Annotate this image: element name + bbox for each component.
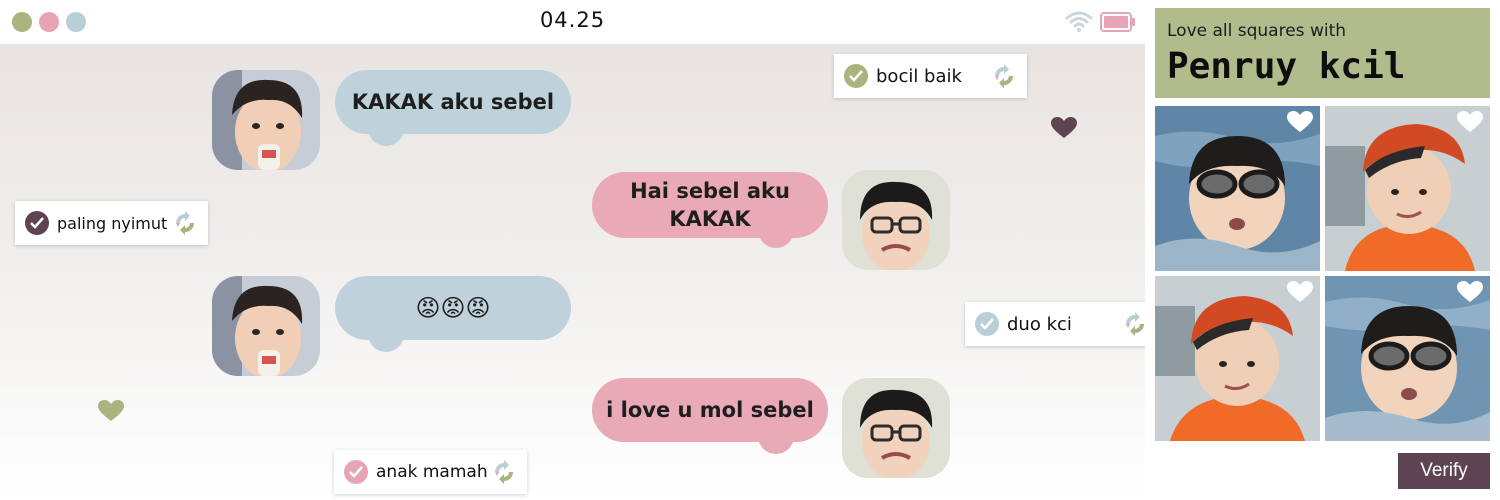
heart-outline-icon[interactable] (1456, 110, 1484, 134)
check-circle-icon (344, 460, 368, 484)
captcha-panel: Love all squares with Penruy kcil (1145, 0, 1500, 500)
bubble-tail (758, 228, 794, 248)
tag-chip[interactable]: duo kci (965, 302, 1158, 346)
recaptcha-icon (495, 460, 513, 484)
wifi-icon (1065, 11, 1093, 32)
battery-icon (1100, 12, 1135, 32)
tag-chip[interactable]: bocil baik (834, 54, 1027, 98)
verify-button[interactable]: Verify (1398, 453, 1490, 489)
captcha-instruction: Love all squares with (1167, 21, 1347, 41)
message-bubble-received[interactable]: KAKAK aku sebel (335, 70, 571, 134)
tag-label: duo kci (1007, 313, 1072, 335)
captcha-target: Penruy kcil (1167, 46, 1406, 87)
check-circle-icon (25, 211, 49, 235)
bubble-tail (758, 434, 794, 454)
heart-outline-icon[interactable] (1286, 110, 1314, 134)
captcha-tile[interactable] (1325, 106, 1490, 271)
check-circle-icon (975, 312, 999, 336)
captcha-tile[interactable] (1155, 276, 1320, 441)
heart-outline-icon[interactable] (1286, 280, 1314, 304)
avatar-sender[interactable] (212, 276, 320, 376)
message-text: KAKAK aku sebel (351, 90, 555, 114)
title-bar: 04.25 (0, 0, 1145, 44)
recaptcha-icon (176, 211, 194, 235)
chat-area: 04.25 KAKAK aku sebel Hai sebel aku KAKA… (0, 0, 1158, 500)
tag-chip[interactable]: paling nyimut (15, 201, 208, 245)
heart-outline-icon[interactable] (1456, 280, 1484, 304)
captcha-header: Love all squares with Penruy kcil (1155, 8, 1490, 98)
avatar-me[interactable] (842, 378, 950, 478)
heart-icon (1051, 117, 1077, 138)
message-emoji: 😡😡😡 (415, 294, 491, 322)
check-circle-icon (844, 64, 868, 88)
message-bubble-received[interactable]: 😡😡😡 (335, 276, 571, 340)
message-text: i love u mol sebel (606, 398, 814, 422)
tag-label: anak mamah (376, 462, 488, 482)
captcha-tile[interactable] (1155, 106, 1320, 271)
heart-icon (98, 400, 124, 421)
recaptcha-icon (995, 64, 1013, 88)
tag-label: bocil baik (876, 65, 962, 87)
captcha-tile[interactable] (1325, 276, 1490, 441)
tag-chip[interactable]: anak mamah (334, 450, 527, 494)
message-text: Hai sebel aku KAKAK (630, 179, 790, 231)
avatar-me[interactable] (842, 170, 950, 270)
bubble-tail (368, 332, 404, 352)
bubble-tail (368, 126, 404, 146)
avatar-sender[interactable] (212, 70, 320, 170)
message-bubble-sent[interactable]: i love u mol sebel (592, 378, 828, 442)
clock-time: 04.25 (539, 8, 606, 32)
tag-label: paling nyimut (57, 213, 168, 233)
